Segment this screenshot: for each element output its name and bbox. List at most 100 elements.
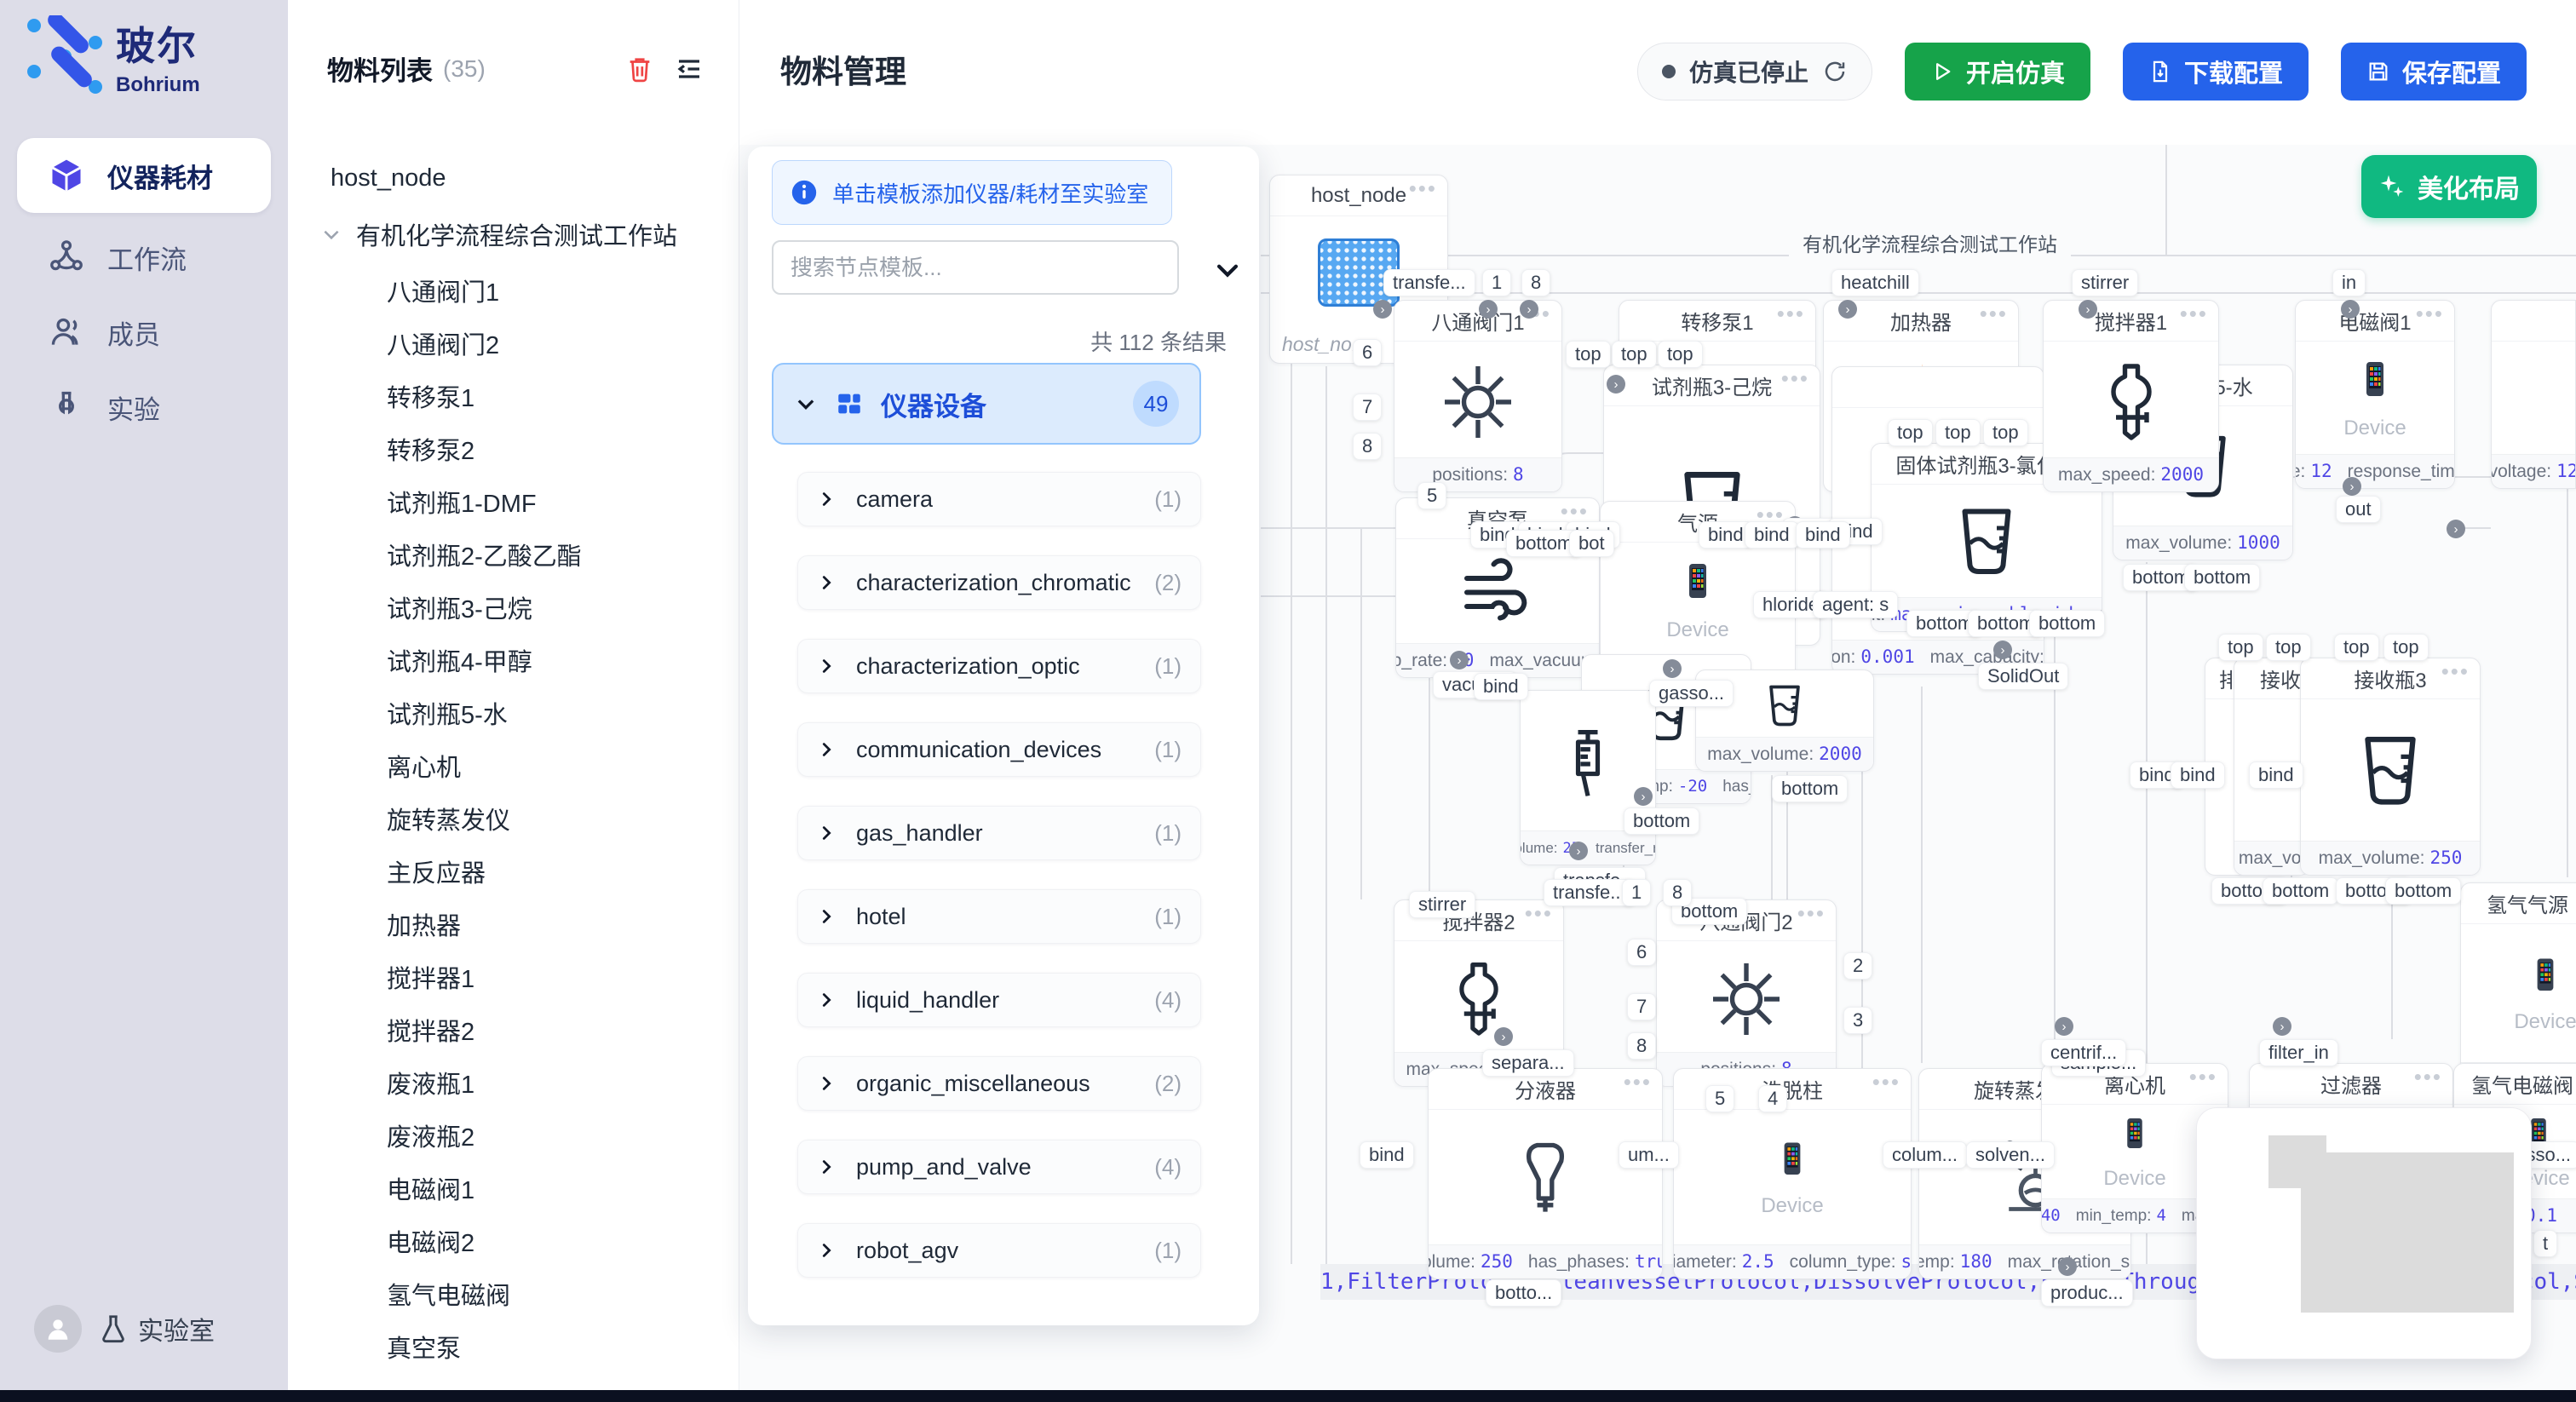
port-chip[interactable]: 8 bbox=[1663, 879, 1692, 906]
port-chip[interactable]: top bbox=[2266, 634, 2311, 661]
port-dot[interactable]: › bbox=[2273, 1017, 2291, 1036]
tree-item[interactable]: 试剂瓶5-水 bbox=[317, 687, 722, 739]
template-item[interactable]: camera (1) bbox=[797, 472, 1201, 526]
port-chip[interactable]: t bbox=[2533, 1230, 2557, 1257]
tree-item[interactable]: 试剂瓶2-乙酸乙酯 bbox=[317, 528, 722, 581]
port-chip[interactable]: top bbox=[2334, 634, 2379, 661]
template-item[interactable]: pump_and_valve (4) bbox=[797, 1140, 1201, 1194]
port-dot[interactable]: › bbox=[2058, 1257, 2077, 1276]
tree-item[interactable]: 搅拌器1 bbox=[317, 951, 722, 1003]
template-item[interactable]: organic_miscellaneous (2) bbox=[797, 1056, 1201, 1111]
tree-item[interactable]: 电磁阀2 bbox=[317, 1215, 722, 1267]
node-eight-way-valve-2[interactable]: 八通阀门2••• positions:8 bbox=[1656, 899, 1837, 1087]
port-chip[interactable]: 5 bbox=[1705, 1085, 1734, 1112]
template-item[interactable]: characterization_optic (1) bbox=[797, 639, 1201, 693]
category-instruments[interactable]: 仪器设备 49 bbox=[772, 363, 1201, 445]
avatar[interactable] bbox=[34, 1305, 82, 1353]
download-config-button[interactable]: 下载配置 bbox=[2123, 43, 2309, 101]
port-chip[interactable]: stirrer bbox=[1409, 891, 1475, 918]
node-separator[interactable]: 分液器••• volume:250has_phases:true bbox=[1428, 1068, 1663, 1279]
collapse-panel-button[interactable] bbox=[670, 50, 708, 88]
port-chip[interactable]: transfe... bbox=[1383, 269, 1475, 296]
tree-item[interactable]: 旋转蒸发仪 bbox=[317, 792, 722, 845]
port-chip[interactable]: bottom bbox=[2263, 877, 2338, 905]
node-receiver-3[interactable]: 接收瓶3••• max_volume:250 bbox=[2300, 658, 2481, 876]
sidebar-item-members[interactable]: 成员 bbox=[17, 295, 271, 370]
template-item[interactable]: liquid_handler (4) bbox=[797, 973, 1201, 1027]
node-menu-icon[interactable]: ••• bbox=[2189, 1064, 2217, 1090]
port-dot[interactable]: › bbox=[1569, 842, 1588, 860]
minimap[interactable] bbox=[2196, 1107, 2532, 1359]
port-chip[interactable]: top bbox=[1612, 341, 1657, 368]
port-chip[interactable]: top bbox=[1658, 341, 1703, 368]
port-chip[interactable]: separa... bbox=[1482, 1049, 1574, 1077]
node-solenoid-valve-2-partial[interactable]: voltage:12 bbox=[2491, 300, 2576, 489]
port-chip[interactable]: bot bbox=[1569, 530, 1614, 557]
port-chip[interactable]: filter_in bbox=[2259, 1039, 2338, 1066]
node-menu-icon[interactable]: ••• bbox=[1781, 365, 1809, 392]
port-chip[interactable]: 1 bbox=[1482, 269, 1511, 296]
port-chip[interactable]: heatchill bbox=[1831, 269, 1919, 296]
start-simulation-button[interactable]: 开启仿真 bbox=[1905, 43, 2090, 101]
port-chip[interactable]: centrif... bbox=[2041, 1039, 2126, 1066]
port-dot[interactable]: › bbox=[2055, 1017, 2073, 1036]
port-chip[interactable]: 6 bbox=[1353, 339, 1382, 366]
node-transfer-pump-2[interactable]: max_volume:25transfer_rate:10 bbox=[1520, 690, 1656, 865]
port-chip[interactable]: bottom bbox=[1772, 775, 1848, 802]
delete-all-button[interactable] bbox=[621, 50, 658, 88]
node-menu-icon[interactable]: ••• bbox=[1624, 1069, 1652, 1095]
port-chip[interactable]: SolidOut bbox=[1978, 663, 2068, 690]
port-chip[interactable]: 5 bbox=[1417, 482, 1446, 509]
port-dot[interactable]: › bbox=[2447, 520, 2465, 538]
node-menu-icon[interactable]: ••• bbox=[1980, 301, 2008, 327]
port-dot[interactable]: › bbox=[1450, 651, 1469, 669]
port-chip[interactable]: top bbox=[1566, 341, 1611, 368]
sidebar-item-workflow[interactable]: 工作流 bbox=[17, 220, 271, 295]
tree-item[interactable]: 转移泵2 bbox=[317, 422, 722, 475]
tree-item[interactable]: 废液瓶2 bbox=[317, 1109, 722, 1162]
port-chip[interactable]: 8 bbox=[1627, 1032, 1656, 1060]
lab-entry[interactable]: 实验室 bbox=[97, 1310, 215, 1347]
port-dot[interactable]: › bbox=[1373, 300, 1392, 319]
port-chip[interactable]: agent: s bbox=[1813, 591, 1898, 618]
node-eight-way-valve-1[interactable]: 八通阀门1••• positions:8 bbox=[1394, 300, 1562, 492]
port-chip[interactable]: top bbox=[2383, 634, 2429, 661]
port-chip[interactable]: top bbox=[1983, 419, 2028, 446]
port-chip[interactable]: in bbox=[2332, 269, 2366, 296]
tree-item[interactable]: 搅拌器2 bbox=[317, 1003, 722, 1056]
tree-item[interactable]: 试剂瓶4-甲醇 bbox=[317, 634, 722, 687]
template-item[interactable]: communication_devices (1) bbox=[797, 722, 1201, 777]
tree-item[interactable]: 主反应器 bbox=[317, 845, 722, 898]
node-menu-icon[interactable]: ••• bbox=[2441, 658, 2470, 685]
port-chip[interactable]: bottom bbox=[2385, 877, 2461, 905]
port-dot[interactable]: › bbox=[1993, 641, 2012, 659]
tree-item[interactable]: 试剂瓶1-DMF bbox=[317, 475, 722, 528]
tree-item[interactable]: 电磁阀1 bbox=[317, 1162, 722, 1215]
template-item[interactable]: robot_agv (1) bbox=[797, 1223, 1201, 1278]
port-chip[interactable]: bind bbox=[1796, 521, 1850, 549]
port-chip[interactable]: 8 bbox=[1353, 433, 1382, 460]
port-chip[interactable]: bind bbox=[2171, 761, 2225, 789]
save-config-button[interactable]: 保存配置 bbox=[2341, 43, 2527, 101]
tree-item[interactable]: 八通阀门1 bbox=[317, 264, 722, 317]
node-menu-icon[interactable]: ••• bbox=[2414, 1064, 2442, 1090]
node-solenoid-valve-1[interactable]: 电磁阀1••• Device voltage:12response_time:0… bbox=[2295, 300, 2455, 489]
port-chip[interactable]: bottom bbox=[2029, 610, 2105, 637]
node-menu-icon[interactable]: ••• bbox=[1409, 175, 1437, 202]
port-chip[interactable]: bind bbox=[1745, 521, 1799, 549]
port-dot[interactable]: › bbox=[1838, 300, 1857, 319]
sidebar-item-instruments[interactable]: 仪器耗材 bbox=[17, 138, 271, 213]
minimap-viewport[interactable] bbox=[2301, 1152, 2514, 1313]
port-chip[interactable]: produc... bbox=[2041, 1279, 2133, 1307]
simulation-status-pill[interactable]: 仿真已停止 bbox=[1637, 43, 1872, 101]
tree-item[interactable]: 真空泵 bbox=[317, 1320, 722, 1373]
port-dot[interactable]: › bbox=[2079, 300, 2097, 319]
node-menu-icon[interactable]: ••• bbox=[1872, 1069, 1900, 1095]
search-input[interactable] bbox=[772, 240, 1179, 295]
sidebar-item-experiments[interactable]: 实验 bbox=[17, 370, 271, 445]
port-chip[interactable]: 2 bbox=[1843, 952, 1872, 980]
tree-item[interactable]: 转移泵1 bbox=[317, 370, 722, 422]
port-chip[interactable]: colum... bbox=[1883, 1141, 1967, 1169]
port-chip[interactable]: 6 bbox=[1627, 939, 1656, 966]
tree-root-node[interactable]: host_node bbox=[317, 152, 722, 204]
